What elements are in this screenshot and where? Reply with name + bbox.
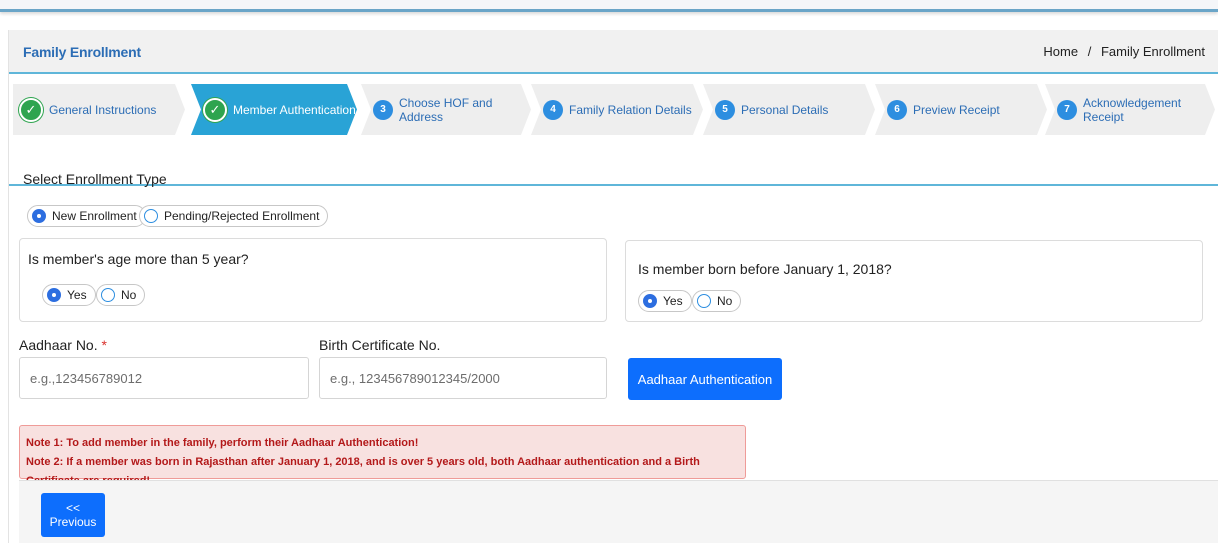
birth-certificate-label: Birth Certificate No.: [319, 337, 441, 353]
radio-born-yes[interactable]: Yes: [638, 290, 692, 312]
birth-certificate-input[interactable]: [319, 357, 607, 399]
enrollment-type-label: Select Enrollment Type: [23, 171, 167, 187]
radio-label: New Enrollment: [52, 209, 137, 223]
page-header: Family Enrollment Home / Family Enrollme…: [9, 30, 1218, 74]
radio-unselected-icon: [697, 294, 711, 308]
previous-button[interactable]: << Previous: [41, 493, 105, 537]
note-1: Note 1: To add member in the family, per…: [26, 437, 419, 449]
radio-selected-icon: [643, 294, 657, 308]
radio-unselected-icon: [144, 209, 158, 223]
aadhaar-label: Aadhaar No. *: [19, 337, 107, 353]
required-mark: *: [101, 337, 107, 353]
enrollment-card: Family Enrollment Home / Family Enrollme…: [8, 30, 1218, 543]
step-label: General Instructions: [49, 102, 157, 117]
step-general-instructions[interactable]: ✓ General Instructions: [13, 84, 185, 135]
radio-selected-icon: [32, 209, 46, 223]
aadhaar-input[interactable]: [19, 357, 309, 399]
top-strip: [0, 0, 1218, 12]
breadcrumb-home[interactable]: Home: [1043, 44, 1078, 59]
page-title: Family Enrollment: [23, 44, 141, 60]
aadhaar-label-text: Aadhaar No.: [19, 337, 98, 353]
age-question-label: Is member's age more than 5 year?: [28, 251, 249, 267]
radio-label: Pending/Rejected Enrollment: [164, 209, 320, 223]
form-footer: << Previous: [19, 480, 1218, 543]
radio-born-no[interactable]: No: [692, 290, 742, 312]
breadcrumb-current: Family Enrollment: [1100, 44, 1205, 59]
radio-unselected-icon: [101, 288, 115, 302]
radio-age-yes[interactable]: Yes: [42, 284, 96, 306]
step-number: 4: [543, 100, 563, 120]
step-family-relation[interactable]: 4 Family Relation Details: [531, 84, 703, 135]
step-number: 7: [1057, 100, 1077, 120]
step-label: Member Authentication: [233, 102, 356, 117]
radio-pending-enrollment[interactable]: Pending/Rejected Enrollment: [139, 205, 329, 227]
check-icon: ✓: [203, 98, 227, 122]
step-number: 5: [715, 100, 735, 120]
breadcrumb-separator: /: [1087, 44, 1092, 59]
step-personal-details[interactable]: 5 Personal Details: [703, 84, 875, 135]
notes-alert: Note 1: To add member in the family, per…: [19, 425, 746, 487]
step-acknowledgement[interactable]: 7 Acknowledgement Receipt: [1045, 84, 1215, 135]
step-preview-receipt[interactable]: 6 Preview Receipt: [875, 84, 1047, 135]
step-number: 3: [373, 100, 393, 120]
step-label: Personal Details: [741, 102, 829, 117]
radio-new-enrollment[interactable]: New Enrollment: [27, 205, 146, 227]
radio-selected-icon: [47, 288, 61, 302]
step-label: Preview Receipt: [913, 102, 1000, 117]
step-number: 6: [887, 100, 907, 120]
radio-label: No: [717, 294, 733, 308]
radio-label: Yes: [663, 294, 683, 308]
breadcrumb: Home / Family Enrollment: [1043, 44, 1205, 59]
aadhaar-authentication-button[interactable]: Aadhaar Authentication: [628, 358, 782, 400]
step-choose-hof[interactable]: 3 Choose HOF and Address: [361, 84, 531, 135]
step-label: Acknowledgement Receipt: [1083, 95, 1182, 124]
radio-label: No: [121, 288, 137, 302]
check-icon: ✓: [19, 98, 43, 122]
radio-label: Yes: [67, 288, 87, 302]
radio-age-no[interactable]: No: [96, 284, 146, 306]
born-question-box: Is member born before January 1, 2018? Y…: [625, 240, 1203, 322]
born-question-label: Is member born before January 1, 2018?: [638, 261, 892, 277]
step-label: Family Relation Details: [569, 102, 692, 117]
step-member-authentication[interactable]: ✓ Member Authentication: [191, 84, 357, 135]
step-label: Choose HOF and Address: [399, 95, 493, 124]
age-question-box: Is member's age more than 5 year? Yes No: [19, 238, 607, 322]
wizard-steps: ✓ General Instructions ✓ Member Authenti…: [9, 76, 1218, 186]
